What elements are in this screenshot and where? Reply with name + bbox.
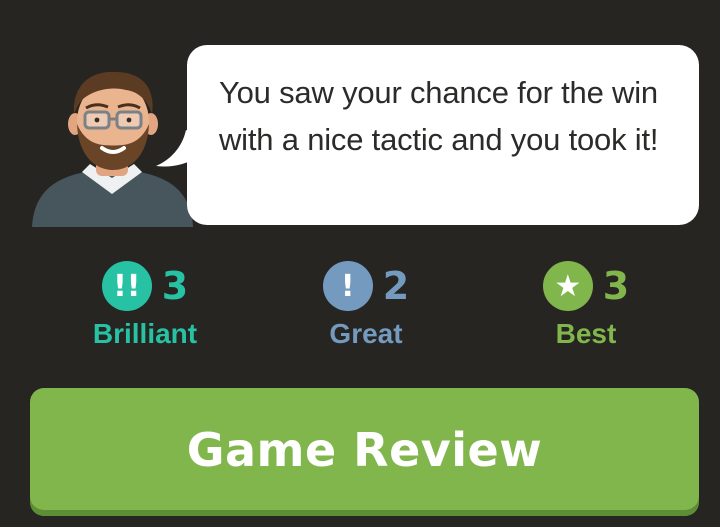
stat-great: ! 2 Great <box>266 260 466 360</box>
great-move-icon: ! <box>322 261 373 311</box>
best-label: Best <box>555 318 617 349</box>
coach-message: You saw your chance for the win with a n… <box>219 75 659 157</box>
brilliant-count: 3 <box>161 264 189 308</box>
brilliant-move-icon: !! <box>101 261 152 311</box>
best-count: 3 <box>602 264 630 308</box>
best-move-star-icon: ★ <box>542 261 593 311</box>
game-review-button[interactable]: Game Review <box>30 388 699 516</box>
stat-best: ★ 3 Best <box>486 260 686 360</box>
stat-best-summary: ★ 3 <box>486 260 686 312</box>
game-review-label: Game Review <box>186 423 543 477</box>
great-count: 2 <box>382 264 410 308</box>
stat-brilliant-summary: !! 3 <box>45 260 245 312</box>
great-label: Great <box>329 318 403 349</box>
stat-great-summary: ! 2 <box>266 260 466 312</box>
coach-speech-bubble: You saw your chance for the win with a n… <box>187 45 699 225</box>
game-summary-panel: You saw your chance for the win with a n… <box>0 0 720 527</box>
brilliant-label: Brilliant <box>92 318 198 349</box>
stat-brilliant: !! 3 Brilliant <box>45 260 245 360</box>
